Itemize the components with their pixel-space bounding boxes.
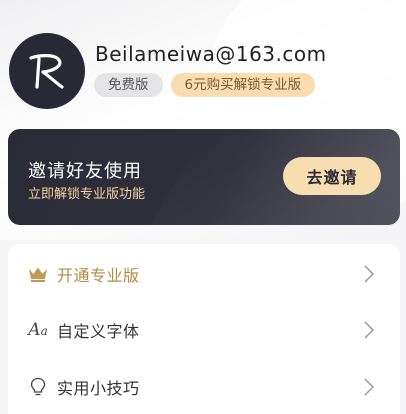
plan-badge: 免费版 (94, 73, 163, 97)
chevron-right-icon (364, 321, 374, 339)
invite-subtitle: 立即解锁专业版功能 (28, 187, 146, 202)
upgrade-badge[interactable]: 6元购买解锁专业版 (170, 73, 316, 97)
avatar-letter-icon (29, 54, 64, 89)
profile-section: Beilameiwa@163.com 免费版 6元购买解锁专业版 (9, 33, 399, 113)
menu-item-tips[interactable]: 实用小技巧 (8, 359, 400, 414)
menu-item-custom-font[interactable]: Aa 自定义字体 (8, 302, 400, 358)
settings-menu: 开通专业版 Aa 自定义字体 实用小技巧 (8, 244, 400, 414)
invite-button[interactable]: 去邀请 (283, 157, 381, 195)
crown-icon (28, 264, 48, 284)
chevron-right-icon (364, 265, 374, 283)
invite-card[interactable]: 邀请好友使用 立即解锁专业版功能 去邀请 (8, 129, 400, 225)
menu-item-upgrade[interactable]: 开通专业版 (8, 246, 400, 302)
font-icon: Aa (28, 320, 48, 340)
user-email: Beilameiwa@163.com (95, 42, 327, 66)
avatar[interactable] (9, 33, 85, 109)
chevron-right-icon (364, 378, 374, 396)
badge-row: 免费版 6元购买解锁专业版 (94, 73, 316, 97)
menu-item-label: 实用小技巧 (57, 379, 140, 398)
lightbulb-icon (28, 377, 48, 397)
invite-title: 邀请好友使用 (28, 161, 142, 182)
menu-item-label: 自定义字体 (57, 322, 140, 341)
menu-item-label: 开通专业版 (57, 266, 140, 285)
